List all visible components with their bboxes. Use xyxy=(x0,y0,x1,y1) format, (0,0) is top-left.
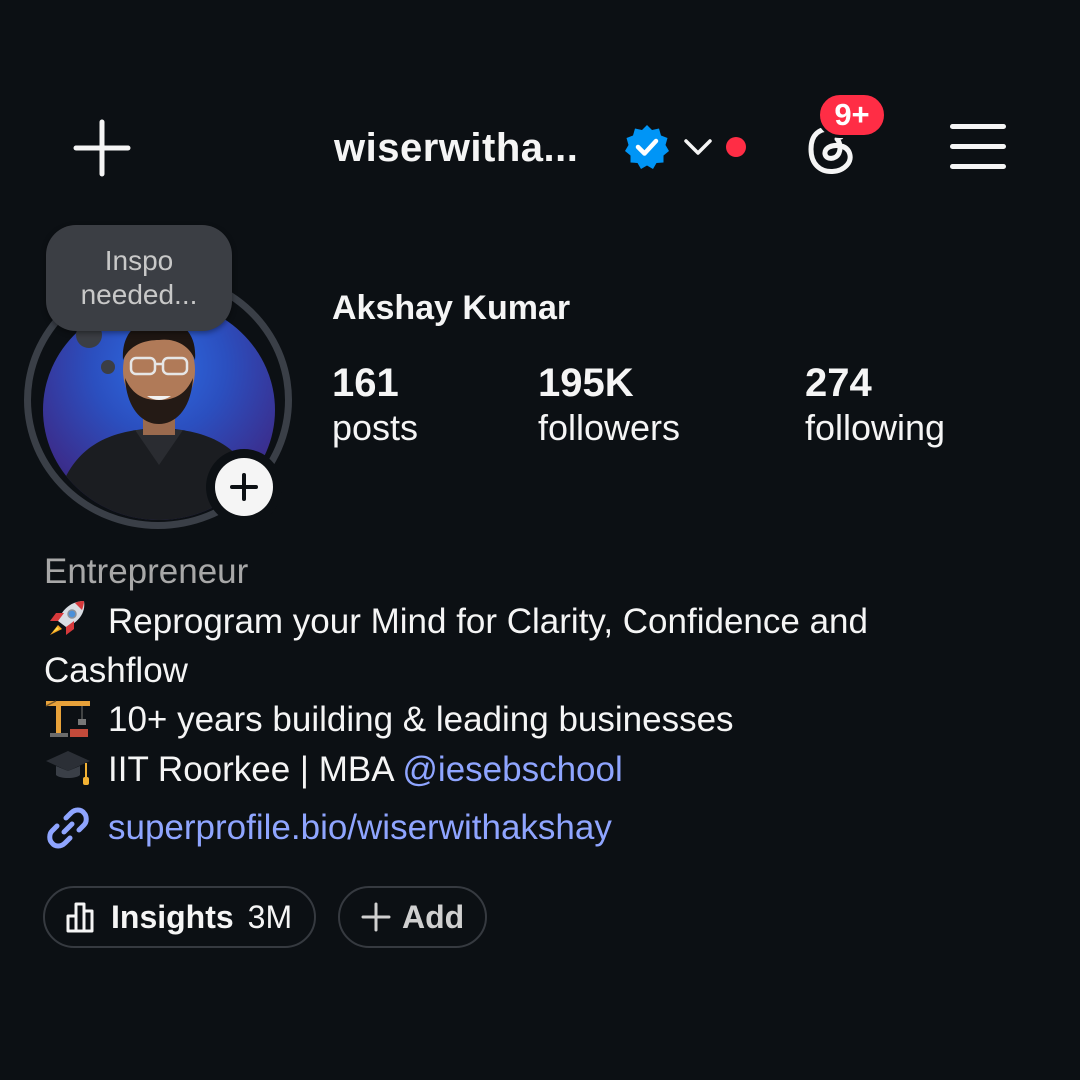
followers-count[interactable]: 195K followers xyxy=(538,360,680,450)
link-icon xyxy=(47,807,89,849)
add-story-button[interactable] xyxy=(206,449,282,525)
profile-bio: Reprogram your Mind for Clarity, Confide… xyxy=(44,597,1044,794)
posts-count[interactable]: 161 posts xyxy=(332,360,418,450)
rocket-emoji-icon xyxy=(50,601,85,635)
plus-icon xyxy=(73,119,131,177)
following-count[interactable]: 274 following xyxy=(805,360,945,450)
link-text: superprofile.bio/wiserwithakshay xyxy=(108,808,612,847)
menu-button[interactable] xyxy=(950,122,1006,172)
profile-external-link[interactable]: superprofile.bio/wiserwithakshay xyxy=(44,804,612,852)
note-text-line-2: needed... xyxy=(80,279,198,310)
plus-icon xyxy=(361,902,391,932)
profile-full-name: Akshay Kumar xyxy=(332,289,571,327)
note-bubble-tail-small xyxy=(101,360,115,374)
bio-line-2: 10+ years building & leading businesses xyxy=(108,700,734,739)
following-value: 274 xyxy=(805,361,872,405)
chevron-down-icon xyxy=(684,139,712,155)
add-label: Add xyxy=(402,898,465,935)
insights-count: 3M xyxy=(247,898,293,935)
add-button[interactable]: Add xyxy=(338,886,487,948)
profile-category: Entrepreneur xyxy=(44,552,249,591)
insights-button[interactable]: Insights 3M xyxy=(43,886,316,948)
construction-crane-emoji-icon xyxy=(45,700,90,737)
unread-indicator-dot xyxy=(726,137,746,157)
bio-line-1: Reprogram your Mind for Clarity, Confide… xyxy=(108,602,868,641)
profile-note-bubble[interactable]: Inspo needed... xyxy=(46,225,232,331)
posts-value: 161 xyxy=(332,361,399,405)
followers-label: followers xyxy=(538,407,681,448)
threads-notification-badge: 9+ xyxy=(817,92,887,138)
create-post-button[interactable] xyxy=(72,118,132,178)
bar-chart-icon xyxy=(66,902,94,933)
insights-label: Insights xyxy=(111,898,234,935)
following-label: following xyxy=(805,407,946,448)
graduation-cap-emoji-icon xyxy=(46,750,90,785)
followers-value: 195K xyxy=(538,361,634,405)
posts-label: posts xyxy=(332,407,419,448)
bio-mention-link[interactable]: @iesebschool xyxy=(402,750,622,789)
account-switch-chevron[interactable] xyxy=(683,134,713,160)
verified-badge-icon xyxy=(624,124,670,170)
note-text-line-1: Inspo xyxy=(104,245,174,276)
account-username[interactable]: wiserwitha... xyxy=(334,124,578,172)
bio-line-1-continued: Cashflow xyxy=(44,650,188,690)
bio-line-3: IIT Roorkee | MBA xyxy=(108,749,403,789)
plus-icon xyxy=(230,473,258,501)
